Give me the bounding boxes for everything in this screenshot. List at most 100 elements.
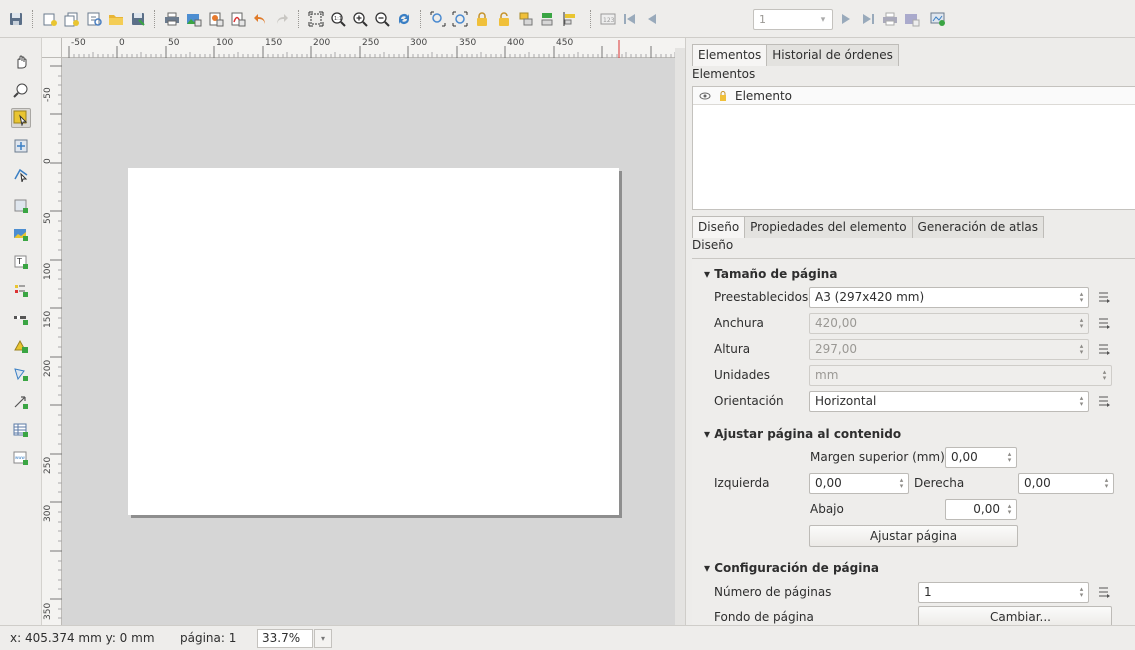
- fit-page-group[interactable]: ▾ Ajustar página al contenido: [704, 427, 901, 441]
- refresh-icon[interactable]: [394, 9, 414, 29]
- add-label-icon[interactable]: T: [11, 252, 31, 272]
- page-count-field[interactable]: 1 ▴ ▾: [918, 582, 1089, 603]
- data-defined-icon[interactable]: [1096, 342, 1112, 356]
- tab-diseno[interactable]: Diseño: [692, 216, 746, 238]
- spin-arrows-icon: ▴ ▾: [1007, 502, 1012, 516]
- tab-propiedades-elemento[interactable]: Propiedades del elemento: [744, 216, 913, 238]
- composer-canvas[interactable]: -50 0 50 100 150 200 250 300 350 400 450…: [42, 38, 685, 625]
- tab-elementos[interactable]: Elementos: [692, 44, 768, 66]
- design-section-label: Diseño: [692, 238, 734, 252]
- horizontal-ruler[interactable]: -50 0 50 100 150 200 250 300 350 400 450: [62, 38, 685, 58]
- chevron-down-icon[interactable]: ▾: [814, 10, 832, 29]
- zoom-actual-icon[interactable]: 1:1: [328, 9, 348, 29]
- export-svg-icon[interactable]: [206, 9, 226, 29]
- fit-page-button[interactable]: Ajustar página: [809, 525, 1018, 547]
- zoom-in-icon[interactable]: [350, 9, 370, 29]
- svg-text:www: www: [15, 455, 26, 460]
- bottom-margin-field[interactable]: 0,00 ▴ ▾: [945, 499, 1017, 520]
- chevron-down-icon[interactable]: ▾: [314, 629, 332, 648]
- right-margin-field[interactable]: 0,00 ▴ ▾: [1018, 473, 1114, 494]
- select-move-item-icon[interactable]: [11, 108, 31, 128]
- add-map-icon[interactable]: [11, 196, 31, 216]
- zoom-out-icon[interactable]: [372, 9, 392, 29]
- add-node-item-icon[interactable]: [11, 364, 31, 384]
- height-field: 297,00 ▴ ▾: [809, 339, 1089, 360]
- tab-generacion-atlas[interactable]: Generación de atlas: [911, 216, 1045, 238]
- right-margin-label: Derecha: [914, 476, 965, 490]
- top-margin-label: Margen superior (mm): [810, 450, 945, 464]
- canvas-scrollbar[interactable]: [675, 48, 685, 625]
- save-as-template-icon[interactable]: [128, 9, 148, 29]
- align-items-icon[interactable]: [560, 9, 580, 29]
- data-defined-icon[interactable]: [1096, 585, 1112, 599]
- zoom-tool-icon[interactable]: [11, 80, 31, 100]
- add-arrow-icon[interactable]: [11, 392, 31, 412]
- orientation-select[interactable]: Horizontal ▴ ▾: [809, 391, 1089, 412]
- spin-arrows-icon: ▴ ▾: [1007, 450, 1012, 464]
- move-content-icon[interactable]: [11, 136, 31, 156]
- first-feature-icon[interactable]: [620, 9, 640, 29]
- composer-manager-icon[interactable]: [84, 9, 104, 29]
- atlas-settings-icon[interactable]: [928, 9, 948, 29]
- add-scalebar-icon[interactable]: [11, 308, 31, 328]
- lock-items-icon[interactable]: [428, 9, 448, 29]
- units-label: Unidades: [714, 368, 770, 382]
- tab-historial[interactable]: Historial de órdenes: [766, 44, 899, 66]
- duplicate-composer-icon[interactable]: [62, 9, 82, 29]
- element-column-header: Elemento: [735, 88, 793, 103]
- elements-tree[interactable]: Elemento: [692, 86, 1135, 210]
- svg-text:T: T: [16, 257, 22, 266]
- visibility-eye-icon: [699, 92, 711, 99]
- group-items-icon[interactable]: [516, 9, 536, 29]
- svg-text:1:1: 1:1: [334, 16, 342, 22]
- next-feature-icon[interactable]: [836, 9, 856, 29]
- data-defined-icon[interactable]: [1096, 394, 1112, 408]
- left-margin-field[interactable]: 0,00 ▴ ▾: [809, 473, 909, 494]
- right-panel: Elementos Historial de órdenes Elementos…: [685, 38, 1135, 628]
- page-size-group[interactable]: ▾ Tamaño de página: [704, 267, 837, 281]
- last-feature-icon[interactable]: [858, 9, 878, 29]
- top-margin-field[interactable]: 0,00 ▴ ▾: [945, 447, 1017, 468]
- edit-nodes-icon[interactable]: [11, 164, 31, 184]
- zoom-full-icon[interactable]: [306, 9, 326, 29]
- lock-icon[interactable]: [472, 9, 492, 29]
- current-page-indicator: página: 1: [180, 631, 237, 645]
- width-label: Anchura: [714, 316, 764, 330]
- select-all-icon[interactable]: [450, 9, 470, 29]
- data-defined-icon[interactable]: [1096, 316, 1112, 330]
- print-icon[interactable]: [162, 9, 182, 29]
- redo-icon[interactable]: [272, 9, 292, 29]
- previous-feature-icon[interactable]: [642, 9, 662, 29]
- left-margin-label: Izquierda: [714, 476, 770, 490]
- presets-label: Preestablecidos: [714, 290, 809, 304]
- main-toolbar: 1:1 123 1 ▾: [0, 0, 1135, 38]
- export-pdf-icon[interactable]: [228, 9, 248, 29]
- height-label: Altura: [714, 342, 751, 356]
- add-image-icon[interactable]: [11, 224, 31, 244]
- vertical-ruler[interactable]: -50 0 50 100 150 200 250 300 350: [42, 58, 62, 625]
- data-defined-icon[interactable]: [1096, 290, 1112, 304]
- undo-icon[interactable]: [250, 9, 270, 29]
- add-attribute-table-icon[interactable]: [11, 420, 31, 440]
- unlock-icon[interactable]: [494, 9, 514, 29]
- export-atlas-icon[interactable]: [902, 9, 922, 29]
- add-legend-icon[interactable]: [11, 280, 31, 300]
- export-image-icon[interactable]: [184, 9, 204, 29]
- save-project-icon[interactable]: [6, 9, 26, 29]
- new-composer-icon[interactable]: [40, 9, 60, 29]
- open-folder-icon[interactable]: [106, 9, 126, 29]
- presets-select[interactable]: A3 (297x420 mm) ▴ ▾: [809, 287, 1089, 308]
- svg-text:123: 123: [603, 17, 615, 24]
- print-atlas-icon[interactable]: [880, 9, 900, 29]
- pan-hand-icon[interactable]: [11, 52, 31, 72]
- spin-arrows-icon: ▴ ▾: [1104, 476, 1109, 490]
- zoom-input[interactable]: 33.7%: [257, 629, 313, 648]
- spin-arrows-icon: ▴ ▾: [1079, 394, 1084, 408]
- atlas-preview-icon[interactable]: 123: [598, 9, 618, 29]
- raise-items-icon[interactable]: [538, 9, 558, 29]
- page-config-group[interactable]: ▾ Configuración de página: [704, 561, 879, 575]
- add-shape-icon[interactable]: [11, 336, 31, 356]
- add-html-frame-icon[interactable]: www: [11, 448, 31, 468]
- elements-tree-header: Elemento: [693, 87, 1135, 105]
- composer-page[interactable]: [128, 168, 619, 515]
